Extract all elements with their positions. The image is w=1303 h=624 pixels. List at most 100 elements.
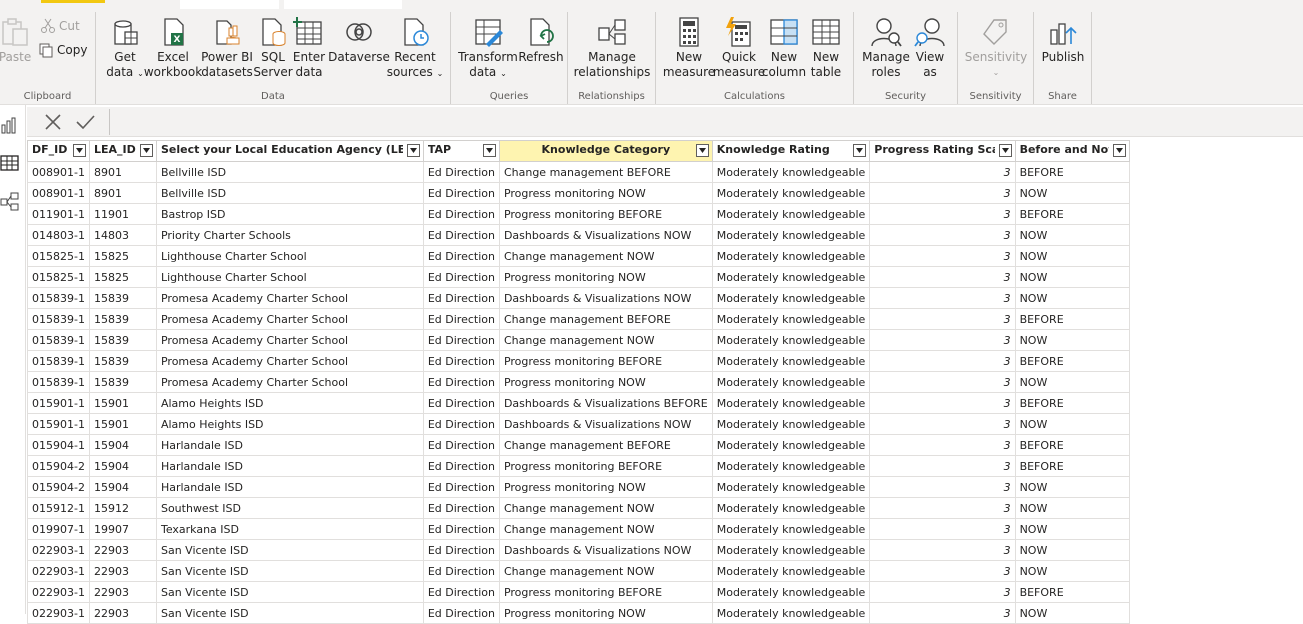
new-column-button[interactable]: New column bbox=[762, 16, 806, 80]
table-cell[interactable]: 15901 bbox=[88, 413, 157, 435]
table-cell[interactable]: Ed Direction bbox=[422, 329, 500, 351]
table-cell[interactable]: San Vicente ISD bbox=[155, 560, 424, 582]
table-cell[interactable]: 3 bbox=[869, 560, 1016, 582]
sensitivity-button[interactable]: Sensitivity ⌄ bbox=[964, 16, 1028, 80]
table-cell[interactable]: Progress monitoring BEFORE bbox=[498, 581, 713, 603]
table-cell[interactable]: Moderately knowledgeable bbox=[711, 434, 871, 456]
table-cell[interactable]: Moderately knowledgeable bbox=[711, 161, 871, 183]
table-cell[interactable]: BEFORE bbox=[1014, 161, 1130, 183]
table-cell[interactable]: Progress monitoring NOW bbox=[498, 476, 713, 498]
table-cell[interactable]: Ed Direction bbox=[422, 203, 500, 225]
table-cell[interactable]: 22903 bbox=[88, 539, 157, 561]
table-cell[interactable]: 011901-1 bbox=[27, 203, 90, 225]
cut-button[interactable]: Cut bbox=[40, 18, 80, 34]
table-cell[interactable]: 3 bbox=[869, 266, 1016, 288]
table-cell[interactable]: Progress monitoring NOW bbox=[498, 371, 713, 393]
dataverse-button[interactable]: Dataverse bbox=[328, 16, 390, 65]
data-view-icon[interactable] bbox=[0, 153, 20, 173]
table-cell[interactable]: Ed Direction bbox=[422, 602, 500, 624]
table-cell[interactable]: Promesa Academy Charter School bbox=[155, 371, 424, 393]
table-cell[interactable]: Harlandale ISD bbox=[155, 434, 424, 456]
table-cell[interactable]: 3 bbox=[869, 581, 1016, 603]
table-cell[interactable]: Dashboards & Visualizations NOW bbox=[498, 224, 713, 246]
manage-relationships-button[interactable]: Manage relationships bbox=[572, 16, 652, 80]
table-cell[interactable]: Ed Direction bbox=[422, 224, 500, 246]
table-cell[interactable]: 15839 bbox=[88, 371, 157, 393]
new-measure-button[interactable]: New measure bbox=[663, 16, 715, 80]
table-cell[interactable]: 3 bbox=[869, 329, 1016, 351]
table-cell[interactable]: Moderately knowledgeable bbox=[711, 329, 871, 351]
table-cell[interactable]: NOW bbox=[1014, 329, 1130, 351]
table-cell[interactable]: BEFORE bbox=[1014, 308, 1130, 330]
table-cell[interactable]: Change management NOW bbox=[498, 497, 713, 519]
table-cell[interactable]: 015825-1 bbox=[27, 245, 90, 267]
table-cell[interactable]: 3 bbox=[869, 392, 1016, 414]
transform-data-button[interactable]: Transform data ⌄ bbox=[458, 16, 518, 81]
filter-dropdown-icon[interactable] bbox=[853, 144, 867, 157]
table-cell[interactable]: Change management NOW bbox=[498, 518, 713, 540]
table-cell[interactable]: 014803-1 bbox=[27, 224, 90, 246]
table-cell[interactable]: 15912 bbox=[88, 497, 157, 519]
table-cell[interactable]: Lighthouse Charter School bbox=[155, 266, 424, 288]
table-cell[interactable]: 3 bbox=[869, 245, 1016, 267]
table-cell[interactable]: Moderately knowledgeable bbox=[711, 245, 871, 267]
table-cell[interactable]: NOW bbox=[1014, 497, 1130, 519]
table-cell[interactable]: Southwest ISD bbox=[155, 497, 424, 519]
table-cell[interactable]: 22903 bbox=[88, 602, 157, 624]
table-cell[interactable]: Moderately knowledgeable bbox=[711, 266, 871, 288]
table-cell[interactable]: 3 bbox=[869, 161, 1016, 183]
table-cell[interactable]: Moderately knowledgeable bbox=[711, 476, 871, 498]
table-cell[interactable]: 022903-1 bbox=[27, 581, 90, 603]
table-cell[interactable]: 3 bbox=[869, 224, 1016, 246]
table-cell[interactable]: 015825-1 bbox=[27, 266, 90, 288]
table-cell[interactable]: NOW bbox=[1014, 476, 1130, 498]
table-cell[interactable]: 22903 bbox=[88, 560, 157, 582]
table-cell[interactable]: BEFORE bbox=[1014, 350, 1130, 372]
column-header[interactable]: Knowledge Rating bbox=[711, 140, 871, 162]
table-cell[interactable]: Ed Direction bbox=[422, 308, 500, 330]
table-cell[interactable]: Moderately knowledgeable bbox=[711, 539, 871, 561]
table-cell[interactable]: 008901-1 bbox=[27, 161, 90, 183]
table-cell[interactable]: Promesa Academy Charter School bbox=[155, 329, 424, 351]
table-cell[interactable]: Progress monitoring BEFORE bbox=[498, 203, 713, 225]
table-cell[interactable]: Promesa Academy Charter School bbox=[155, 287, 424, 309]
table-cell[interactable]: BEFORE bbox=[1014, 581, 1130, 603]
table-cell[interactable]: Alamo Heights ISD bbox=[155, 413, 424, 435]
table-cell[interactable]: 8901 bbox=[88, 161, 157, 183]
table-cell[interactable]: 015839-1 bbox=[27, 287, 90, 309]
table-cell[interactable]: Progress monitoring BEFORE bbox=[498, 350, 713, 372]
table-cell[interactable]: 3 bbox=[869, 497, 1016, 519]
table-cell[interactable]: Ed Direction bbox=[422, 161, 500, 183]
column-header[interactable]: Before and Now bbox=[1014, 140, 1130, 162]
table-cell[interactable]: San Vicente ISD bbox=[155, 539, 424, 561]
table-cell[interactable]: 3 bbox=[869, 371, 1016, 393]
table-cell[interactable]: Dashboards & Visualizations NOW bbox=[498, 287, 713, 309]
excel-workbook-button[interactable]: X Excel workbook bbox=[144, 16, 202, 80]
formula-input[interactable] bbox=[111, 109, 1301, 135]
table-cell[interactable]: 14803 bbox=[88, 224, 157, 246]
table-cell[interactable]: Change management BEFORE bbox=[498, 161, 713, 183]
table-cell[interactable]: 15904 bbox=[88, 455, 157, 477]
table-cell[interactable]: Ed Direction bbox=[422, 266, 500, 288]
table-cell[interactable]: BEFORE bbox=[1014, 455, 1130, 477]
table-cell[interactable]: Moderately knowledgeable bbox=[711, 392, 871, 414]
table-cell[interactable]: Ed Direction bbox=[422, 434, 500, 456]
table-cell[interactable]: Ed Direction bbox=[422, 497, 500, 519]
filter-dropdown-icon[interactable] bbox=[406, 144, 420, 157]
table-cell[interactable]: 015839-1 bbox=[27, 308, 90, 330]
table-cell[interactable]: 15825 bbox=[88, 245, 157, 267]
table-cell[interactable]: Bellville ISD bbox=[155, 161, 424, 183]
table-cell[interactable]: Ed Direction bbox=[422, 245, 500, 267]
table-cell[interactable]: Harlandale ISD bbox=[155, 455, 424, 477]
table-cell[interactable]: 015912-1 bbox=[27, 497, 90, 519]
get-data-button[interactable]: Get data ⌄ bbox=[104, 16, 146, 81]
table-cell[interactable]: NOW bbox=[1014, 224, 1130, 246]
table-cell[interactable]: Moderately knowledgeable bbox=[711, 560, 871, 582]
model-view-icon[interactable] bbox=[0, 192, 20, 212]
recent-sources-button[interactable]: Recent sources ⌄ bbox=[387, 16, 443, 81]
table-cell[interactable]: 015839-1 bbox=[27, 350, 90, 372]
table-cell[interactable]: Alamo Heights ISD bbox=[155, 392, 424, 414]
table-cell[interactable]: Moderately knowledgeable bbox=[711, 455, 871, 477]
table-cell[interactable]: 19907 bbox=[88, 518, 157, 540]
filter-dropdown-icon[interactable] bbox=[1112, 144, 1126, 157]
